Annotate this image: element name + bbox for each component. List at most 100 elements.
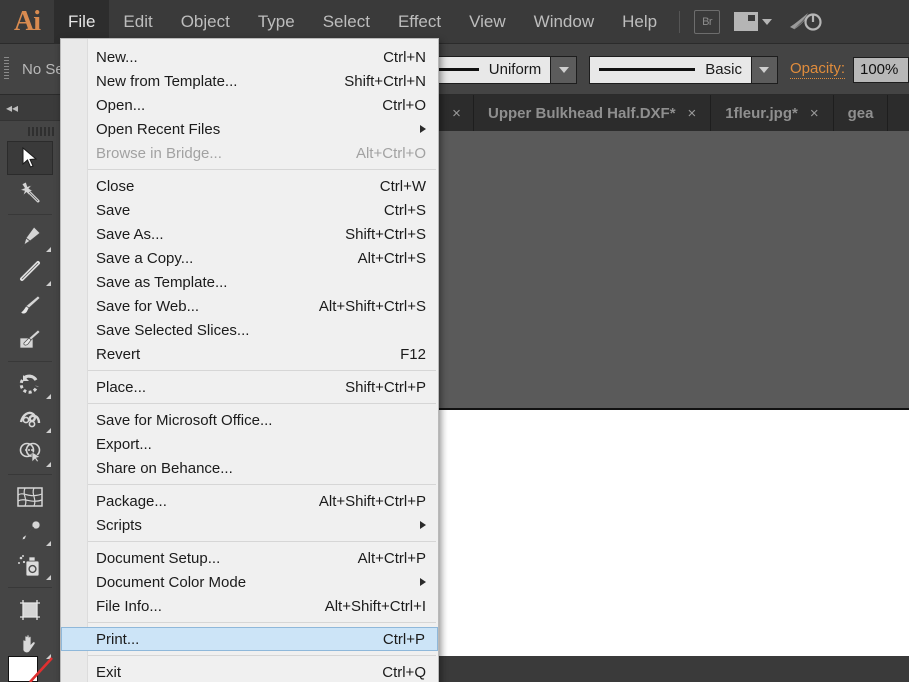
menu-item-document-color-mode[interactable]: Document Color Mode	[61, 570, 438, 594]
brush-definition-value: Basic	[705, 61, 742, 78]
width-tool[interactable]	[7, 401, 53, 435]
opacity-label[interactable]: Opacity:	[789, 60, 845, 79]
menu-item-close[interactable]: Close Ctrl+W	[61, 174, 438, 198]
selection-tool[interactable]	[7, 141, 53, 175]
menu-item-label: Save as Template...	[96, 273, 228, 291]
menu-item-scripts[interactable]: Scripts	[61, 513, 438, 537]
control-bar-grip[interactable]	[0, 44, 12, 95]
symbol-sprayer-tool[interactable]	[7, 548, 53, 582]
menu-object[interactable]: Object	[167, 0, 244, 44]
blob-brush-tool[interactable]	[7, 322, 53, 356]
menu-help[interactable]: Help	[608, 0, 671, 44]
document-tab[interactable]: gea	[834, 95, 889, 131]
file-menu-dropdown[interactable]: New... Ctrl+N New from Template... Shift…	[60, 38, 439, 682]
magic-wand-tool[interactable]	[7, 175, 53, 209]
menu-item-save-as[interactable]: Save As... Shift+Ctrl+S	[61, 222, 438, 246]
artboard-tool[interactable]	[7, 593, 53, 627]
eyedropper-tool[interactable]	[7, 514, 53, 548]
pen-tool[interactable]	[7, 220, 53, 254]
menu-item-new[interactable]: New... Ctrl+N	[61, 45, 438, 69]
menu-item-document-setup[interactable]: Document Setup... Alt+Ctrl+P	[61, 546, 438, 570]
paintbrush-tool[interactable]	[7, 288, 53, 322]
menu-item-accelerator: Shift+Ctrl+S	[345, 225, 426, 243]
stroke-profile-dropdown-button[interactable]	[551, 55, 578, 84]
menu-item-save[interactable]: Save Ctrl+S	[61, 198, 438, 222]
menu-item-label: New...	[96, 48, 138, 66]
workspace-layout-icon	[734, 12, 759, 31]
mesh-tool[interactable]	[7, 480, 53, 514]
menu-window[interactable]: Window	[520, 0, 608, 44]
menu-item-label: Scripts	[96, 516, 142, 534]
stroke-diagonal-icon	[29, 657, 53, 682]
chevron-down-icon	[759, 66, 770, 73]
menu-item-save-for-microsoft-office[interactable]: Save for Microsoft Office...	[61, 408, 438, 432]
menu-item-label: Save	[96, 201, 131, 219]
chevron-down-icon	[762, 18, 773, 25]
menu-item-save-a-copy[interactable]: Save a Copy... Alt+Ctrl+S	[61, 246, 438, 270]
menu-item-print[interactable]: Print... Ctrl+P	[61, 627, 438, 651]
brush-definition-dropdown-button[interactable]	[751, 55, 778, 84]
tool-divider	[8, 214, 52, 215]
menu-item-export[interactable]: Export...	[61, 432, 438, 456]
menu-item-save-selected-slices[interactable]: Save Selected Slices...	[61, 318, 438, 342]
menu-item-new-from-template[interactable]: New from Template... Shift+Ctrl+N	[61, 69, 438, 93]
cc-sync-icon[interactable]	[788, 10, 822, 34]
menu-item-label: Package...	[96, 492, 167, 510]
menu-separator	[63, 655, 436, 656]
document-tab[interactable]: 1fleur.jpg* ×	[711, 95, 834, 131]
brush-definition-combo[interactable]: Basic	[589, 55, 778, 84]
menu-item-revert[interactable]: Revert F12	[61, 342, 438, 366]
menu-item-open[interactable]: Open... Ctrl+O	[61, 93, 438, 117]
menu-select[interactable]: Select	[309, 0, 384, 44]
menu-item-exit[interactable]: Exit Ctrl+Q	[61, 660, 438, 682]
brush-definition-field[interactable]: Basic	[589, 55, 752, 84]
menu-item-accelerator: Alt+Shift+Ctrl+I	[324, 597, 426, 615]
menu-item-label: Save As...	[96, 225, 164, 243]
document-tab-label: 1fleur.jpg*	[725, 104, 798, 122]
menu-item-save-for-web[interactable]: Save for Web... Alt+Shift+Ctrl+S	[61, 294, 438, 318]
workspace-switcher[interactable]	[734, 12, 773, 31]
menu-separator	[63, 622, 436, 623]
menu-item-open-recent-files[interactable]: Open Recent Files	[61, 117, 438, 141]
stroke-profile-value: Uniform	[488, 61, 542, 78]
brush-preview-icon	[599, 68, 696, 71]
menu-item-accelerator: Ctrl+Q	[382, 663, 426, 681]
document-tab-label: gea	[847, 104, 874, 122]
fill-stroke-swatches[interactable]	[8, 656, 54, 682]
menu-item-file-info[interactable]: File Info... Alt+Shift+Ctrl+I	[61, 594, 438, 618]
rotate-tool[interactable]	[7, 367, 53, 401]
menu-view[interactable]: View	[455, 0, 520, 44]
tool-divider	[8, 361, 52, 362]
menu-item-label: Share on Behance...	[96, 459, 233, 477]
menu-separator	[63, 403, 436, 404]
shape-builder-tool[interactable]	[7, 435, 53, 469]
menu-item-label: Save for Microsoft Office...	[96, 411, 273, 429]
menu-item-label: New from Template...	[96, 72, 238, 90]
document-tab[interactable]: Upper Bulkhead Half.DXF* ×	[474, 95, 712, 131]
menu-separator	[63, 370, 436, 371]
menu-item-label: Browse in Bridge...	[96, 144, 222, 162]
line-segment-tool[interactable]	[7, 254, 53, 288]
menu-item-accelerator: Alt+Ctrl+S	[357, 249, 426, 267]
menu-edit[interactable]: Edit	[109, 0, 166, 44]
menu-item-accelerator: F12	[400, 345, 426, 363]
menu-file[interactable]: File	[54, 0, 110, 44]
opacity-input[interactable]: 100%	[853, 56, 909, 83]
tools-panel-collapse[interactable]: ◂◂	[0, 95, 60, 121]
submenu-arrow-icon	[420, 578, 426, 586]
tab-close-icon[interactable]: ×	[688, 105, 697, 122]
tools-panel[interactable]: ◂◂	[0, 95, 60, 682]
menu-item-place[interactable]: Place... Shift+Ctrl+P	[61, 375, 438, 399]
menu-item-accelerator: Ctrl+P	[382, 630, 425, 648]
tab-close-icon[interactable]: ×	[440, 95, 474, 131]
bridge-icon[interactable]: Br	[694, 9, 721, 34]
tab-close-icon[interactable]: ×	[810, 105, 819, 122]
collapse-icon: ◂◂	[6, 100, 19, 115]
tools-panel-grip[interactable]	[0, 121, 60, 141]
menu-type[interactable]: Type	[244, 0, 309, 44]
menu-effect[interactable]: Effect	[384, 0, 455, 44]
menu-item-share-on-behance[interactable]: Share on Behance...	[61, 456, 438, 480]
menu-item-save-as-template[interactable]: Save as Template...	[61, 270, 438, 294]
menu-item-accelerator: Ctrl+N	[383, 48, 426, 66]
menu-item-package[interactable]: Package... Alt+Shift+Ctrl+P	[61, 489, 438, 513]
